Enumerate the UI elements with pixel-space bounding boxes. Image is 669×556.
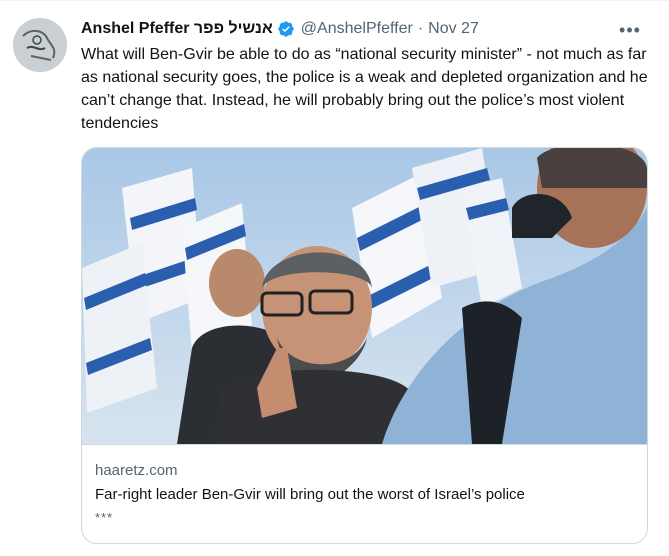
card-description: *** — [95, 510, 114, 525]
author-avatar[interactable] — [13, 18, 67, 72]
author-name[interactable]: Anshel Pfeffer אנשיל פפר — [81, 20, 273, 38]
more-options-icon[interactable]: ••• — [617, 17, 643, 43]
tweet-text: What will Ben-Gvir be able to do as “nat… — [81, 46, 648, 132]
link-card[interactable]: haaretz.com Far-right leader Ben-Gvir wi… — [81, 147, 648, 544]
verified-badge-icon — [277, 20, 295, 38]
author-handle[interactable]: @AnshelPfeffer — [301, 20, 413, 38]
tweet-header: Anshel Pfeffer אנשיל פפר @AnshelPfeffer … — [81, 18, 479, 40]
avatar-image — [13, 18, 67, 72]
card-divider — [82, 444, 647, 445]
tweet-timestamp[interactable]: Nov 27 — [428, 20, 479, 38]
tweet[interactable]: Anshel Pfeffer אנשיל פפר @AnshelPfeffer … — [0, 0, 669, 556]
card-domain: haaretz.com — [95, 462, 178, 479]
card-photo — [82, 148, 647, 444]
card-image[interactable] — [82, 148, 647, 444]
card-title[interactable]: Far-right leader Ben-Gvir will bring out… — [95, 486, 525, 503]
separator-dot: · — [417, 20, 424, 37]
